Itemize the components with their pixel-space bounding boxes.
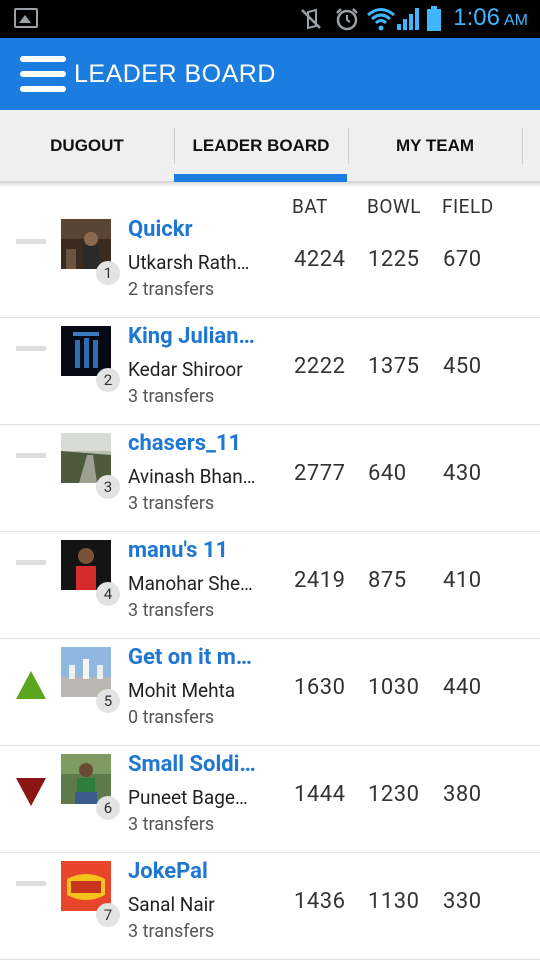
bowl-points: 1230 — [368, 782, 420, 807]
transfers-count: 3 transfers — [128, 386, 215, 407]
leaderboard-row[interactable]: 3 chasers_11 Avinash Bhan… 3 transfers 2… — [0, 425, 540, 532]
status-time: 1:06 AM — [453, 4, 528, 31]
bat-points: 2419 — [294, 568, 346, 593]
trend-same-icon — [16, 346, 46, 370]
bat-points: 2777 — [294, 461, 346, 486]
tab-bar: DUGOUT LEADER BOARD MY TEAM — [0, 110, 540, 182]
team-name[interactable]: Get on it m… — [128, 645, 252, 670]
transfers-count: 3 transfers — [128, 921, 215, 942]
owner-name: Kedar Shiroor — [128, 358, 243, 381]
field-points: 670 — [443, 247, 482, 272]
bat-points: 1444 — [294, 782, 346, 807]
team-name[interactable]: Small Soldi… — [128, 752, 256, 777]
bat-points: 2222 — [294, 354, 346, 379]
rank-badge: 1 — [96, 261, 120, 285]
field-points: 410 — [443, 568, 482, 593]
field-points: 330 — [443, 889, 482, 914]
field-points: 450 — [443, 354, 482, 379]
trend-same-icon — [16, 881, 46, 905]
rank-badge: 4 — [96, 582, 120, 606]
field-points: 380 — [443, 782, 482, 807]
bowl-points: 640 — [368, 461, 407, 486]
owner-name: Utkarsh Rath… — [128, 251, 250, 274]
bowl-points: 875 — [368, 568, 407, 593]
transfers-count: 3 transfers — [128, 600, 215, 621]
owner-name: Sanal Nair — [128, 893, 215, 916]
tab-my-team[interactable]: MY TEAM — [348, 110, 522, 182]
owner-name: Mohit Mehta — [128, 679, 236, 702]
selected-tab-indicator — [174, 174, 347, 182]
battery-icon — [427, 6, 441, 31]
gallery-notification-icon — [14, 8, 38, 28]
field-points: 430 — [443, 461, 482, 486]
bat-points: 1436 — [294, 889, 346, 914]
leaderboard-row[interactable]: 1 Quickr Utkarsh Rath… 2 transfers 4224 … — [0, 211, 540, 318]
trend-same-icon — [16, 560, 46, 584]
transfers-count: 3 transfers — [128, 493, 215, 514]
bat-points: 1630 — [294, 675, 346, 700]
rank-badge: 6 — [96, 796, 120, 820]
trend-up-icon — [16, 671, 46, 703]
vibrate-mute-icon — [301, 8, 321, 30]
bat-points: 4224 — [294, 247, 346, 272]
owner-name: Puneet Bage… — [128, 786, 248, 809]
field-points: 440 — [443, 675, 482, 700]
owner-name: Avinash Bhan… — [128, 465, 256, 488]
owner-name: Manohar She… — [128, 572, 253, 595]
tab-divider — [522, 128, 523, 164]
bowl-points: 1225 — [368, 247, 420, 272]
transfers-count: 3 transfers — [128, 814, 215, 835]
wifi-icon — [367, 8, 395, 31]
rank-badge: 2 — [96, 368, 120, 392]
tab-dugout[interactable]: DUGOUT — [0, 110, 174, 182]
bowl-points: 1375 — [368, 354, 420, 379]
team-name[interactable]: manu's 11 — [128, 538, 228, 563]
signal-icon — [397, 8, 419, 30]
leaderboard-row[interactable]: 2 King Julian… Kedar Shiroor 3 transfers… — [0, 318, 540, 425]
team-name[interactable]: JokePal — [128, 859, 208, 884]
team-name[interactable]: Quickr — [128, 217, 193, 242]
team-name[interactable]: chasers_11 — [128, 431, 241, 456]
transfers-count: 0 transfers — [128, 707, 215, 728]
rank-badge: 7 — [96, 903, 120, 927]
alarm-icon — [336, 8, 358, 31]
leaderboard-row[interactable]: 5 Get on it m… Mohit Mehta 0 transfers 1… — [0, 639, 540, 746]
leaderboard-row[interactable]: 7 JokePal Sanal Nair 3 transfers 1436 11… — [0, 853, 540, 960]
transfers-count: 2 transfers — [128, 279, 215, 300]
leaderboard-row[interactable]: 4 manu's 11 Manohar She… 3 transfers 241… — [0, 532, 540, 639]
bowl-points: 1030 — [368, 675, 420, 700]
trend-down-icon — [16, 778, 46, 810]
bowl-points: 1130 — [368, 889, 420, 914]
rank-badge: 3 — [96, 475, 120, 499]
trend-same-icon — [16, 239, 46, 263]
leaderboard-row[interactable]: 6 Small Soldi… Puneet Bage… 3 transfers … — [0, 746, 540, 853]
page-title: LEADER BOARD — [74, 60, 276, 88]
status-bar: 1:06 AM — [0, 0, 540, 38]
app-bar: LEADER BOARD — [0, 38, 540, 110]
team-name[interactable]: King Julian… — [128, 324, 255, 349]
rank-badge: 5 — [96, 689, 120, 713]
menu-icon[interactable] — [20, 54, 66, 94]
trend-same-icon — [16, 453, 46, 477]
tab-leader-board[interactable]: LEADER BOARD — [174, 110, 348, 182]
